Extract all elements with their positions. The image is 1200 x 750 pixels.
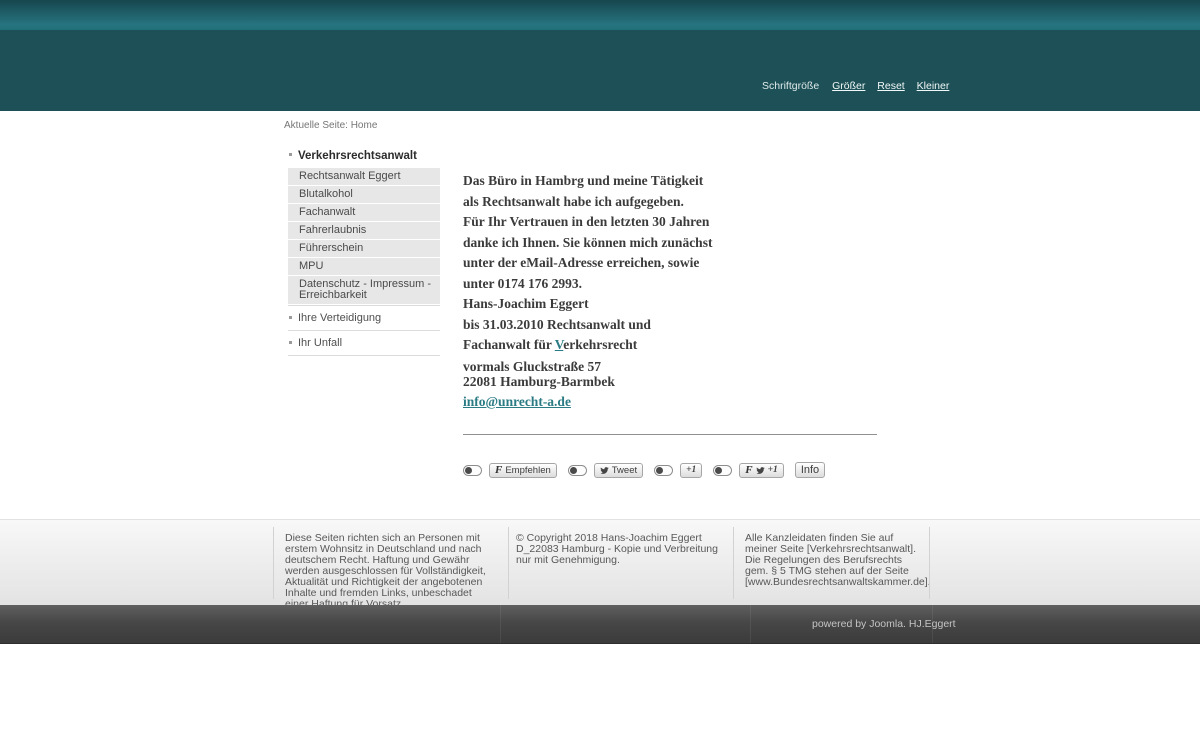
body-text-line: danke ich Ihnen. Sie können mich zunächs… bbox=[463, 236, 883, 250]
body-text-line: Das Büro in Hambrg und meine Tätigkeit bbox=[463, 174, 883, 188]
square-bullet-icon bbox=[289, 316, 292, 319]
sidebar-item-datenschutz-impressum[interactable]: Datenschutz - Impressum - Erreichbarkeit bbox=[288, 276, 440, 304]
email-link[interactable]: info@unrecht-a.de bbox=[463, 394, 571, 409]
bottom-bar-divider bbox=[750, 605, 751, 643]
square-bullet-icon bbox=[289, 341, 292, 344]
sidebar-nav: Verkehrsrechtsanwalt Rechtsanwalt Eggert… bbox=[288, 149, 440, 356]
address-block: vormals Gluckstraße 57 22081 Hamburg-Bar… bbox=[463, 359, 883, 389]
main-content: Das Büro in Hambrg und meine Tätigkeit a… bbox=[463, 170, 883, 478]
sidebar-item-fuehrerschein[interactable]: Führerschein bbox=[288, 240, 440, 257]
toggle-knob-icon bbox=[570, 467, 577, 474]
sidebar-item-fachanwalt[interactable]: Fachanwalt bbox=[288, 204, 440, 221]
fontsize-smaller-link[interactable]: Kleiner bbox=[917, 80, 950, 92]
footer-disclaimer-text: Diese Seiten richten sich an Personen mi… bbox=[285, 533, 497, 610]
bottom-bar: powered by Joomla. HJ.Eggert bbox=[0, 605, 1200, 644]
facebook-f-icon: F bbox=[745, 464, 752, 476]
footer: Diese Seiten richten sich an Personen mi… bbox=[0, 519, 1200, 606]
fachanwalt-line: Fachanwalt für Verkehrsrecht bbox=[463, 338, 883, 352]
verkehrsrecht-link[interactable]: V bbox=[555, 337, 564, 352]
tweet-button[interactable]: Tweet bbox=[594, 463, 643, 478]
footer-column-divider bbox=[508, 527, 509, 599]
fontsize-widget: Schriftgröße Größer Reset Kleiner bbox=[762, 80, 949, 92]
sidebar-item-fahrerlaubnis[interactable]: Fahrerlaubnis bbox=[288, 222, 440, 239]
sidebar-submenu: Rechtsanwalt Eggert Blutalkohol Fachanwa… bbox=[288, 168, 440, 304]
body-text-line: Für Ihr Vertrauen in den letzten 30 Jahr… bbox=[463, 215, 883, 229]
footer-copyright-text: © Copyright 2018 Hans-Joachim Eggert D_2… bbox=[516, 533, 722, 566]
powered-by-text: powered by Joomla. HJ.Eggert bbox=[812, 618, 956, 630]
site-header: Schriftgröße Größer Reset Kleiner bbox=[0, 30, 1200, 111]
toggle-knob-icon bbox=[715, 467, 722, 474]
fontsize-label: Schriftgröße bbox=[762, 80, 819, 92]
fontsize-bigger-link[interactable]: Größer bbox=[832, 80, 865, 92]
square-bullet-icon bbox=[289, 153, 292, 156]
facebook-privacy-toggle-icon[interactable] bbox=[463, 465, 482, 476]
top-gradient-bar bbox=[0, 0, 1200, 30]
address-line-2: 22081 Hamburg-Barmbek bbox=[463, 374, 615, 389]
body-text-line: Hans-Joachim Eggert bbox=[463, 297, 883, 311]
sidebar-item-blutalkohol[interactable]: Blutalkohol bbox=[288, 186, 440, 203]
gplus-plusone-button[interactable]: +1 bbox=[680, 463, 702, 478]
address-line-1: vormals Gluckstraße 57 bbox=[463, 359, 601, 374]
social-share-bar: F Empfehlen Tweet +1 F +1 Info bbox=[463, 462, 883, 478]
social-info-button[interactable]: Info bbox=[795, 462, 825, 478]
content-divider bbox=[463, 434, 877, 435]
body-text-line: unter 0174 176 2993. bbox=[463, 277, 883, 291]
fontsize-reset-link[interactable]: Reset bbox=[877, 80, 904, 92]
toggle-knob-icon bbox=[656, 467, 663, 474]
sidebar-item-rechtsanwalt-eggert[interactable]: Rechtsanwalt Eggert bbox=[288, 168, 440, 185]
body-text-line: unter der eMail-Adresse erreichen, sowie bbox=[463, 256, 883, 270]
gplus-privacy-toggle-icon[interactable] bbox=[654, 465, 673, 476]
sidebar-item-ihre-verteidigung[interactable]: Ihre Verteidigung bbox=[288, 305, 440, 330]
footer-column-divider bbox=[929, 527, 930, 599]
footer-column-divider bbox=[273, 527, 274, 599]
breadcrumb: Aktuelle Seite: Home bbox=[284, 120, 377, 131]
all-services-privacy-toggle-icon[interactable] bbox=[713, 465, 732, 476]
all-services-button[interactable]: F +1 bbox=[739, 463, 784, 478]
facebook-f-icon: F bbox=[495, 464, 502, 476]
page: Schriftgröße Größer Reset Kleiner Aktuel… bbox=[0, 0, 1200, 750]
body-text-line: bis 31.03.2010 Rechtsanwalt und bbox=[463, 318, 883, 332]
twitter-bird-icon bbox=[600, 466, 609, 475]
footer-column-divider bbox=[733, 527, 734, 599]
email-line: info@unrecht-a.de bbox=[463, 395, 883, 409]
toggle-knob-icon bbox=[465, 467, 472, 474]
footer-kanzleidaten-text: Alle Kanzleidaten finden Sie auf meiner … bbox=[745, 533, 917, 588]
sidebar-item-verkehrsrechtsanwalt[interactable]: Verkehrsrechtsanwalt bbox=[288, 149, 440, 167]
body-text-line: als Rechtsanwalt habe ich aufgegeben. bbox=[463, 195, 883, 209]
sidebar-item-ihr-unfall[interactable]: Ihr Unfall bbox=[288, 330, 440, 356]
twitter-privacy-toggle-icon[interactable] bbox=[568, 465, 587, 476]
bottom-bar-divider bbox=[500, 605, 501, 643]
twitter-bird-icon bbox=[756, 466, 765, 475]
sidebar-item-mpu[interactable]: MPU bbox=[288, 258, 440, 275]
facebook-like-button[interactable]: F Empfehlen bbox=[489, 463, 557, 478]
